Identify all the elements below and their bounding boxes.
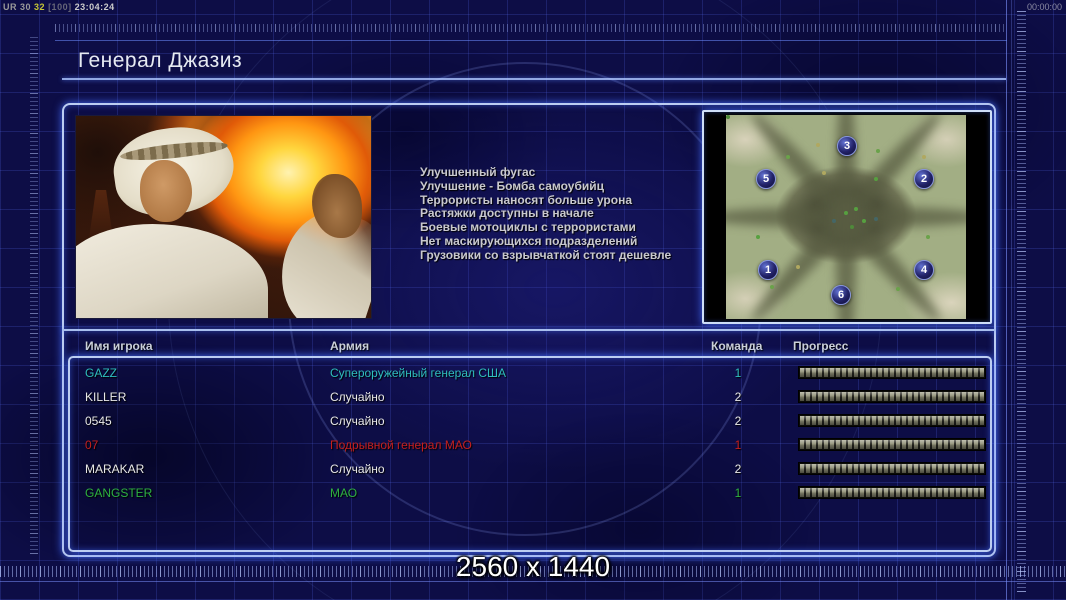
player-army: Случайно [330, 462, 385, 476]
ability-item: Боевые мотоциклы с террористами [420, 220, 636, 235]
load-progress-fill [800, 464, 984, 473]
start-position-marker-6: 6 [831, 285, 851, 305]
table-row: MARAKAR Случайно 2 [68, 458, 992, 482]
general-abilities-list: Улучшенный фугас Улучшение - Бомба самоу… [420, 165, 720, 263]
fps-counter: UR 30 [3, 2, 32, 12]
player-army: Супероружейный генерал США [330, 366, 506, 380]
load-progress-fill [800, 488, 984, 497]
load-progress-fill [800, 440, 984, 449]
load-progress-fill [800, 392, 984, 401]
edge-line-vertical [1006, 0, 1007, 600]
load-progress-bar [798, 486, 986, 499]
ruler-top [55, 24, 1007, 32]
load-progress-fill [800, 368, 984, 377]
player-army: МАО [330, 486, 358, 500]
ability-item: Нет маскирующихся подразделений [420, 233, 638, 248]
table-row: 07 Подрывной генерал МАО 1 [68, 434, 992, 458]
ability-item: Улучшенный фугас [420, 165, 536, 179]
ability-item: Растяжки доступны в начале [420, 206, 594, 221]
load-progress-fill [800, 416, 984, 425]
debug-stats: UR 30 32 [100] 23:04:24 [3, 2, 115, 12]
load-progress-bar [798, 366, 986, 379]
face-art [140, 160, 192, 222]
table-row: 0545 Случайно 2 [68, 410, 992, 434]
column-header-progress: Прогресс [793, 339, 849, 353]
ability-item: Грузовики со взрывчаткой стоят дешевле [420, 247, 672, 262]
ruler-left [30, 36, 38, 554]
ability-item: Улучшение - Бомба самоубийц [420, 178, 604, 193]
title-divider-top [55, 40, 1007, 41]
edge-line-vertical-2 [1011, 0, 1012, 600]
title-divider-bottom [62, 78, 1006, 80]
column-header-army: Армия [330, 339, 370, 353]
load-progress-bar [798, 390, 986, 403]
general-portrait [75, 115, 372, 319]
player-army: Подрывной генерал МАО [330, 438, 472, 452]
player-team: 1 [734, 486, 742, 500]
ruler-right [1017, 8, 1026, 592]
start-position-marker-2: 2 [914, 169, 934, 189]
column-header-team: Команда [711, 339, 763, 353]
player-name: 07 [85, 438, 99, 452]
page-title: Генерал Джазиз [78, 49, 243, 72]
start-position-marker-1: 1 [758, 260, 778, 280]
table-divider [62, 329, 996, 331]
column-header-player-name: Имя игрока [85, 339, 153, 353]
player-name: GAZZ [85, 366, 117, 380]
fps-value: 32 [34, 2, 46, 12]
ability-item: Террористы наносят больше урона [420, 192, 633, 207]
table-row: KILLER Случайно 2 [68, 386, 992, 410]
load-progress-bar [798, 438, 986, 451]
resolution-watermark: 2560 x 1440 [455, 551, 611, 582]
map-preview-panel: 1 2 3 4 5 6 [702, 110, 992, 324]
player-name: KILLER [85, 390, 127, 404]
player-team: 2 [734, 390, 742, 404]
player-name: 0545 [85, 414, 112, 428]
clock: 23:04:24 [74, 2, 115, 12]
player-team: 1 [734, 438, 742, 452]
map-preview-image: 1 2 3 4 5 6 [726, 115, 966, 319]
player-name: GANGSTER [85, 486, 153, 500]
start-position-marker-3: 3 [837, 136, 857, 156]
buffer-value: [100] [48, 2, 72, 12]
start-position-marker-4: 4 [914, 260, 934, 280]
load-progress-bar [798, 462, 986, 475]
player-army: Случайно [330, 414, 385, 428]
table-row: GAZZ Супероружейный генерал США 1 [68, 362, 992, 386]
load-progress-bar [798, 414, 986, 427]
player-team: 1 [734, 366, 742, 380]
match-timer: 00:00:00 [1026, 2, 1062, 12]
player-team: 2 [734, 462, 742, 476]
map-terrain-dots [726, 115, 730, 119]
player-name: MARAKAR [85, 462, 145, 476]
player-team: 2 [734, 414, 742, 428]
table-row: GANGSTER МАО 1 [68, 482, 992, 506]
player-army: Случайно [330, 390, 385, 404]
start-position-marker-5: 5 [756, 169, 776, 189]
